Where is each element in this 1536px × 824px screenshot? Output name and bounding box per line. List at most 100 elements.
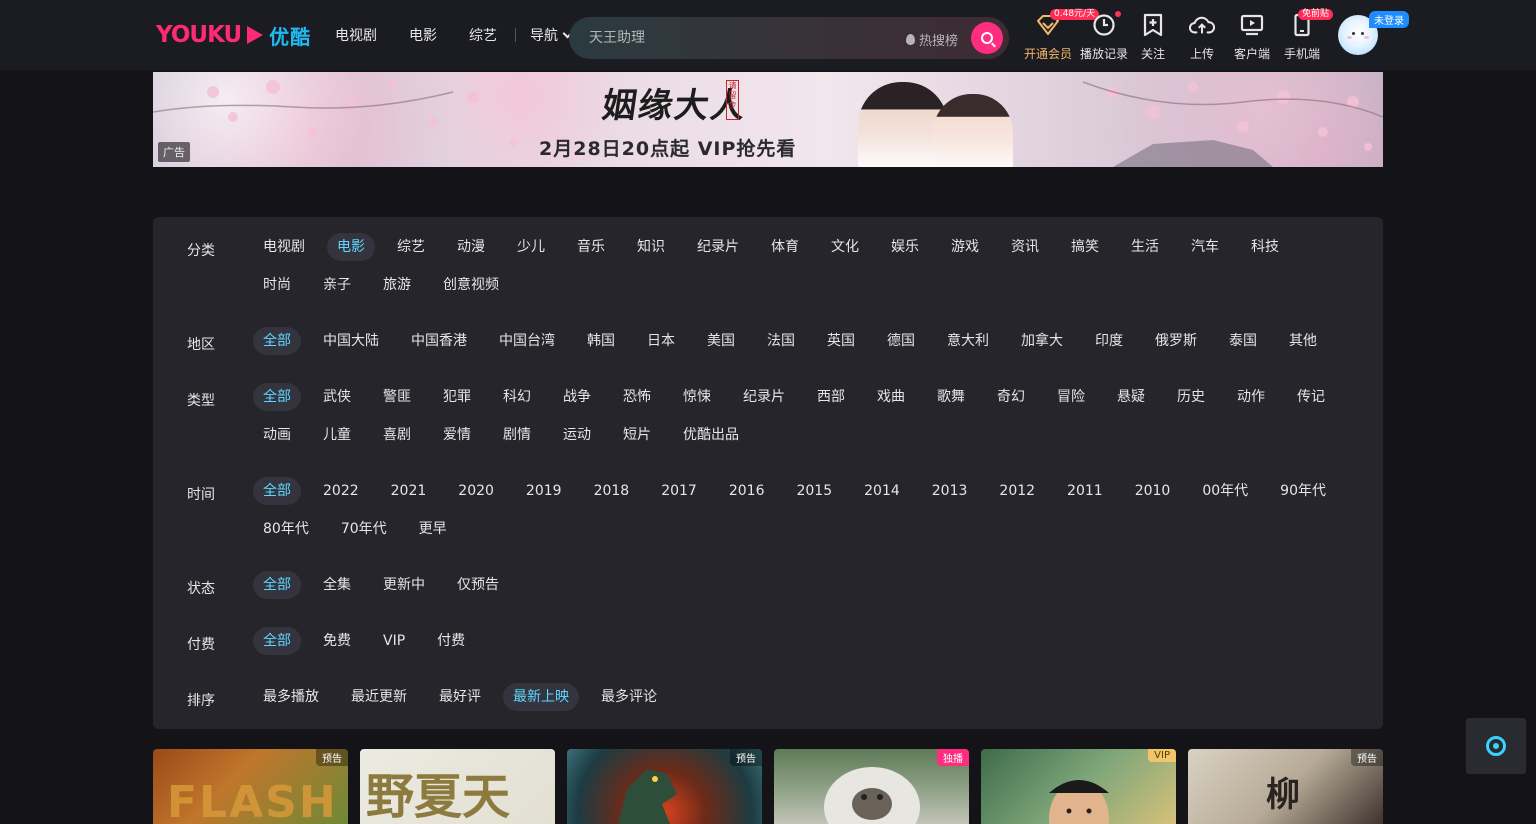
- filter-option[interactable]: 冒险: [1047, 383, 1095, 411]
- filter-option[interactable]: 爱情: [433, 421, 481, 449]
- filter-option[interactable]: 歌舞: [927, 383, 975, 411]
- youku-logo[interactable]: YOUKU 优酷: [156, 21, 311, 49]
- filter-option[interactable]: 综艺: [387, 233, 435, 261]
- filter-option[interactable]: 2013: [922, 477, 978, 505]
- filter-option[interactable]: 仅预告: [447, 571, 509, 599]
- nav-tv[interactable]: 电视剧: [335, 25, 377, 45]
- filter-option[interactable]: 创意视频: [433, 271, 509, 299]
- filter-option[interactable]: 日本: [637, 327, 685, 355]
- filter-option[interactable]: 汽车: [1181, 233, 1229, 261]
- vip-button[interactable]: 0.48元/天 开通会员: [1020, 9, 1100, 62]
- filter-option[interactable]: 2022: [313, 477, 369, 505]
- filter-option[interactable]: 中国香港: [401, 327, 477, 355]
- filter-option[interactable]: 中国台湾: [489, 327, 565, 355]
- filter-option[interactable]: VIP: [373, 627, 415, 655]
- filter-option[interactable]: 2019: [516, 477, 572, 505]
- filter-option[interactable]: 全集: [313, 571, 361, 599]
- filter-option[interactable]: 惊悚: [673, 383, 721, 411]
- filter-option[interactable]: 2010: [1125, 477, 1181, 505]
- filter-option[interactable]: 最好评: [429, 683, 491, 711]
- filter-option[interactable]: 最多评论: [591, 683, 667, 711]
- client-button[interactable]: 客户端: [1230, 10, 1274, 62]
- video-card[interactable]: 独播: [774, 749, 969, 824]
- filter-option[interactable]: 全部: [253, 477, 301, 505]
- filter-option[interactable]: 2011: [1057, 477, 1113, 505]
- filter-option[interactable]: 奇幻: [987, 383, 1035, 411]
- filter-option[interactable]: 全部: [253, 571, 301, 599]
- search-button[interactable]: [971, 22, 1003, 54]
- filter-option[interactable]: 德国: [877, 327, 925, 355]
- search-input[interactable]: [589, 17, 889, 59]
- filter-option[interactable]: 印度: [1085, 327, 1133, 355]
- filter-option[interactable]: 2015: [786, 477, 842, 505]
- ad-banner[interactable]: 姻缘大人 请留步 2月28日20点起 VIP抢先看 广告: [153, 72, 1383, 167]
- filter-option[interactable]: 2018: [584, 477, 640, 505]
- filter-option[interactable]: 全部: [253, 627, 301, 655]
- mobile-button[interactable]: 免前贴 手机端: [1274, 9, 1334, 62]
- filter-option[interactable]: 2016: [719, 477, 775, 505]
- filter-option[interactable]: 意大利: [937, 327, 999, 355]
- filter-option[interactable]: 2017: [651, 477, 707, 505]
- filter-option[interactable]: 科幻: [493, 383, 541, 411]
- filter-option[interactable]: 2021: [381, 477, 437, 505]
- filter-option[interactable]: 警匪: [373, 383, 421, 411]
- filter-option[interactable]: 更早: [409, 515, 457, 543]
- filter-option[interactable]: 2014: [854, 477, 910, 505]
- filter-option[interactable]: 电视剧: [253, 233, 315, 261]
- filter-option[interactable]: 其他: [1279, 327, 1327, 355]
- filter-option[interactable]: 美国: [697, 327, 745, 355]
- filter-option[interactable]: 体育: [761, 233, 809, 261]
- filter-option[interactable]: 最新上映: [503, 683, 579, 711]
- filter-option[interactable]: 短片: [613, 421, 661, 449]
- filter-option[interactable]: 娱乐: [881, 233, 929, 261]
- filter-option[interactable]: 悬疑: [1107, 383, 1155, 411]
- filter-option[interactable]: 70年代: [331, 515, 397, 543]
- filter-option[interactable]: 喜剧: [373, 421, 421, 449]
- hot-search-link[interactable]: 热搜榜: [906, 30, 958, 49]
- filter-option[interactable]: 文化: [821, 233, 869, 261]
- upload-button[interactable]: 上传: [1174, 10, 1230, 62]
- customer-service-button[interactable]: [1466, 718, 1526, 774]
- filter-option[interactable]: 战争: [553, 383, 601, 411]
- filter-option[interactable]: 亲子: [313, 271, 361, 299]
- filter-option[interactable]: 历史: [1167, 383, 1215, 411]
- filter-option[interactable]: 最近更新: [341, 683, 417, 711]
- filter-option[interactable]: 动画: [253, 421, 301, 449]
- filter-option[interactable]: 加拿大: [1011, 327, 1073, 355]
- filter-option[interactable]: 西部: [807, 383, 855, 411]
- nav-guide-dropdown[interactable]: 导航: [530, 25, 573, 45]
- video-card[interactable]: FLASH 预告: [153, 749, 348, 824]
- filter-option[interactable]: 英国: [817, 327, 865, 355]
- filter-option[interactable]: 电影: [327, 233, 375, 261]
- filter-option[interactable]: 剧情: [493, 421, 541, 449]
- filter-option[interactable]: 法国: [757, 327, 805, 355]
- video-card[interactable]: VIP: [981, 749, 1176, 824]
- login-status-badge[interactable]: 未登录: [1369, 11, 1409, 28]
- filter-option[interactable]: 00年代: [1192, 477, 1258, 505]
- nav-movie[interactable]: 电影: [409, 25, 437, 45]
- filter-option[interactable]: 搞笑: [1061, 233, 1109, 261]
- nav-variety[interactable]: 综艺: [469, 25, 497, 45]
- filter-option[interactable]: 科技: [1241, 233, 1289, 261]
- filter-option[interactable]: 资讯: [1001, 233, 1049, 261]
- filter-option[interactable]: 戏曲: [867, 383, 915, 411]
- filter-option[interactable]: 全部: [253, 327, 301, 355]
- filter-option[interactable]: 中国大陆: [313, 327, 389, 355]
- video-card[interactable]: 预告: [567, 749, 762, 824]
- filter-option[interactable]: 少儿: [507, 233, 555, 261]
- filter-option[interactable]: 恐怖: [613, 383, 661, 411]
- filter-option[interactable]: 2020: [448, 477, 504, 505]
- filter-option[interactable]: 更新中: [373, 571, 435, 599]
- filter-option[interactable]: 动作: [1227, 383, 1275, 411]
- filter-option[interactable]: 游戏: [941, 233, 989, 261]
- filter-option[interactable]: 运动: [553, 421, 601, 449]
- filter-option[interactable]: 俄罗斯: [1145, 327, 1207, 355]
- filter-option[interactable]: 音乐: [567, 233, 615, 261]
- filter-option[interactable]: 纪录片: [687, 233, 749, 261]
- filter-option[interactable]: 优酷出品: [673, 421, 749, 449]
- filter-option[interactable]: 最多播放: [253, 683, 329, 711]
- video-card[interactable]: 柳 预告: [1188, 749, 1383, 824]
- filter-option[interactable]: 旅游: [373, 271, 421, 299]
- filter-option[interactable]: 泰国: [1219, 327, 1267, 355]
- filter-option[interactable]: 动漫: [447, 233, 495, 261]
